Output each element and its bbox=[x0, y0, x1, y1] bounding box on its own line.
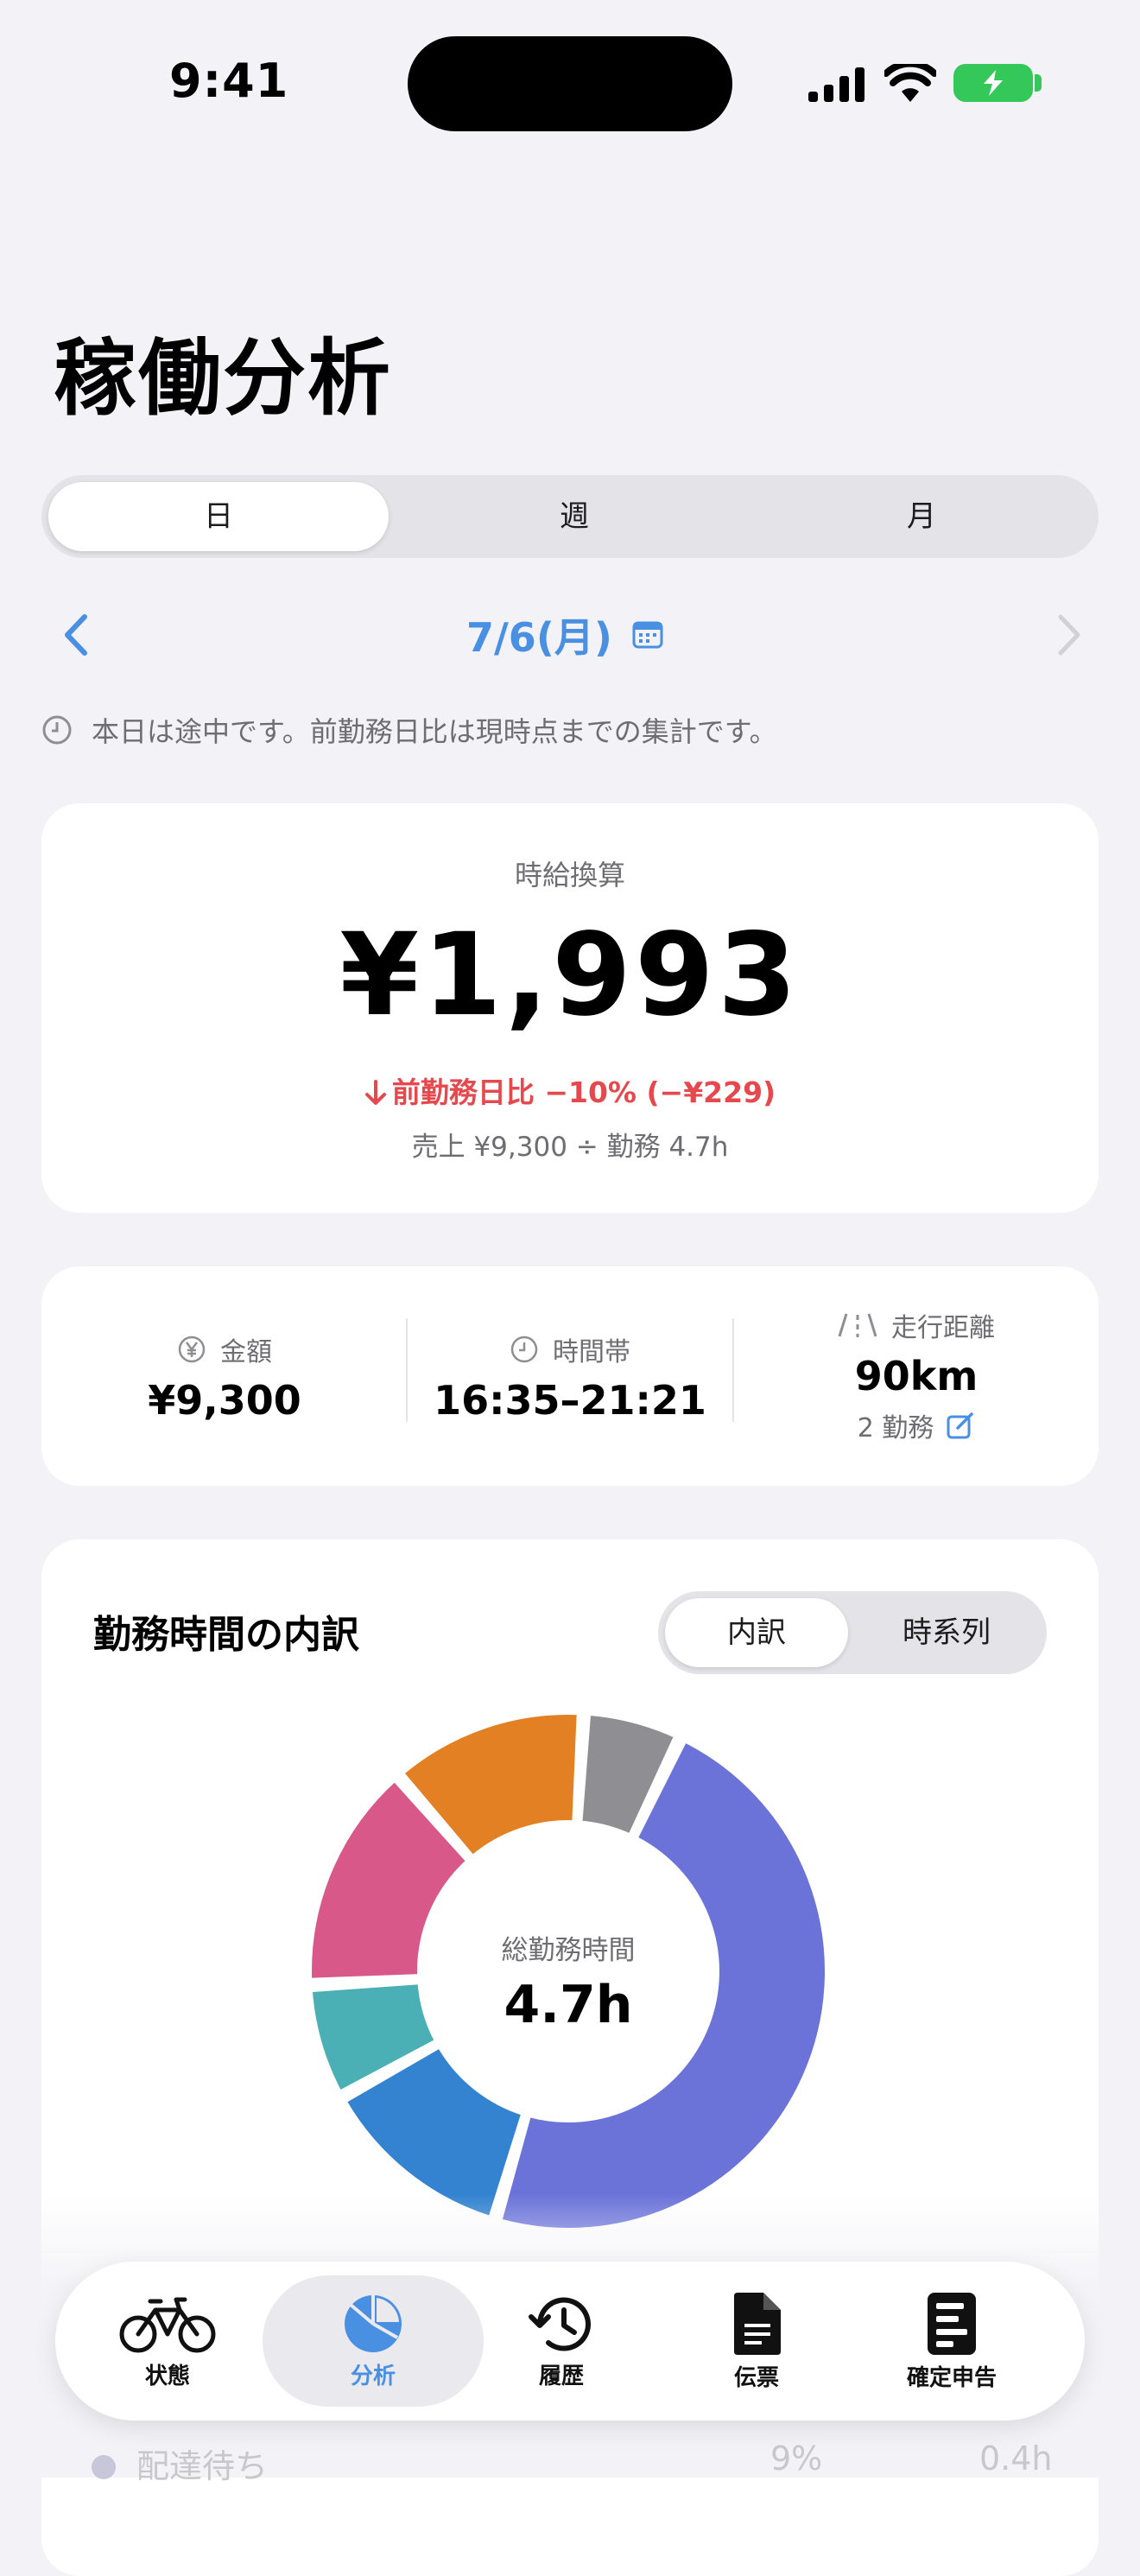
tab-tax-return[interactable]: 確定申告 bbox=[860, 2275, 1043, 2407]
signal-icon bbox=[808, 67, 867, 105]
tab-day[interactable]: 日 bbox=[48, 482, 389, 551]
tab-status[interactable]: 状態 bbox=[76, 2275, 259, 2407]
legend-row-hidden: 配達待ち bbox=[92, 2440, 268, 2487]
bottom-tab-bar: 状態 分析 履歴 伝票 確定申告 bbox=[55, 2262, 1085, 2421]
tab-month[interactable]: 月 bbox=[751, 482, 1092, 551]
tab-history[interactable]: 履歴 bbox=[470, 2275, 653, 2407]
battery-icon bbox=[953, 64, 1033, 102]
toggle-timeseries[interactable]: 時系列 bbox=[853, 1598, 1040, 1667]
breakdown-view-toggle: 内訳 時系列 bbox=[658, 1591, 1047, 1674]
yen-icon bbox=[178, 1336, 206, 1363]
current-date[interactable]: 7/6(月) bbox=[466, 606, 612, 663]
stat-distance: 走行距離 90km 2 勤務 bbox=[734, 1266, 1099, 1486]
clock-icon bbox=[510, 1336, 538, 1363]
stat-time-value: 16:35–21:21 bbox=[434, 1377, 706, 1424]
hourly-wage-formula: 売上 ¥9,300 ÷ 勤務 4.7h bbox=[411, 1132, 729, 1163]
stat-amount-label: 金額 bbox=[220, 1337, 272, 1367]
wifi-icon bbox=[883, 60, 938, 105]
stat-time-range: 時間帯 16:35–21:21 bbox=[408, 1266, 732, 1486]
stat-distance-value: 90km bbox=[854, 1353, 978, 1399]
edit-icon[interactable] bbox=[946, 1411, 975, 1440]
legend-row-label: 配達待ち bbox=[136, 2447, 269, 2485]
change-text: 前勤務日比 −10% (−¥229) bbox=[391, 1075, 776, 1109]
hourly-wage-label: 時給換算 bbox=[514, 859, 625, 891]
tab-analysis-label: 分析 bbox=[350, 2363, 396, 2389]
donut-center-label: 総勤務時間 bbox=[502, 1935, 636, 1966]
bicycle-icon bbox=[119, 2297, 216, 2353]
arrow-down-icon bbox=[364, 1080, 386, 1105]
legend-row-hours: 0.4h bbox=[979, 2440, 1053, 2478]
document-icon bbox=[734, 2293, 781, 2355]
work-time-donut-chart: 総勤務時間 4.7h bbox=[307, 1710, 830, 2233]
donut-center-value: 4.7h bbox=[504, 1975, 632, 2035]
tab-analysis[interactable]: 分析 bbox=[263, 2275, 484, 2407]
period-segmented-control: 日 週 月 bbox=[41, 475, 1099, 558]
stat-amount: 金額 ¥9,300 bbox=[41, 1266, 408, 1486]
stat-distance-sub: 2 勤務 bbox=[857, 1413, 934, 1443]
next-date-button[interactable] bbox=[1047, 605, 1090, 665]
dynamic-island bbox=[408, 36, 732, 131]
tab-status-label: 状態 bbox=[144, 2363, 190, 2389]
hourly-wage-card: 時給換算 ¥1,993 前勤務日比 −10% (−¥229) 売上 ¥9,300… bbox=[41, 803, 1099, 1213]
partial-day-notice: 本日は途中です。前勤務日比は現時点までの集計です。 bbox=[41, 710, 777, 750]
road-icon bbox=[838, 1313, 877, 1337]
tax-return-icon bbox=[928, 2293, 976, 2355]
summary-stats-card: 金額 ¥9,300 時間帯 16:35–21:21 走行距離 90km 2 勤務 bbox=[41, 1266, 1099, 1486]
toggle-breakdown[interactable]: 内訳 bbox=[665, 1598, 848, 1667]
breakdown-title: 勤務時間の内訳 bbox=[93, 1613, 359, 1657]
tab-tax-return-label: 確定申告 bbox=[906, 2365, 997, 2391]
status-time: 9:41 bbox=[169, 54, 289, 108]
tab-receipts-label: 伝票 bbox=[733, 2365, 779, 2391]
stat-distance-label: 走行距離 bbox=[891, 1313, 995, 1343]
legend-row-percent: 9% bbox=[770, 2440, 823, 2478]
tab-receipts[interactable]: 伝票 bbox=[665, 2275, 848, 2407]
notice-text: 本日は途中です。前勤務日比は現時点までの集計です。 bbox=[92, 715, 777, 748]
calendar-icon[interactable] bbox=[632, 619, 663, 653]
battery-tip bbox=[1035, 74, 1042, 92]
clock-icon bbox=[42, 715, 72, 745]
pie-chart-icon bbox=[345, 2295, 402, 2352]
stat-amount-value: ¥9,300 bbox=[148, 1377, 301, 1424]
stat-time-label: 時間帯 bbox=[553, 1337, 630, 1367]
legend-dot bbox=[92, 2455, 116, 2479]
page-title: 稼働分析 bbox=[54, 330, 392, 427]
history-icon bbox=[529, 2297, 591, 2351]
tab-week[interactable]: 週 bbox=[404, 482, 744, 551]
previous-date-button[interactable] bbox=[55, 605, 98, 665]
tab-history-label: 履歴 bbox=[538, 2363, 584, 2389]
hourly-wage-change: 前勤務日比 −10% (−¥229) bbox=[41, 1069, 1099, 1111]
hourly-wage-value: ¥1,993 bbox=[339, 909, 801, 1042]
